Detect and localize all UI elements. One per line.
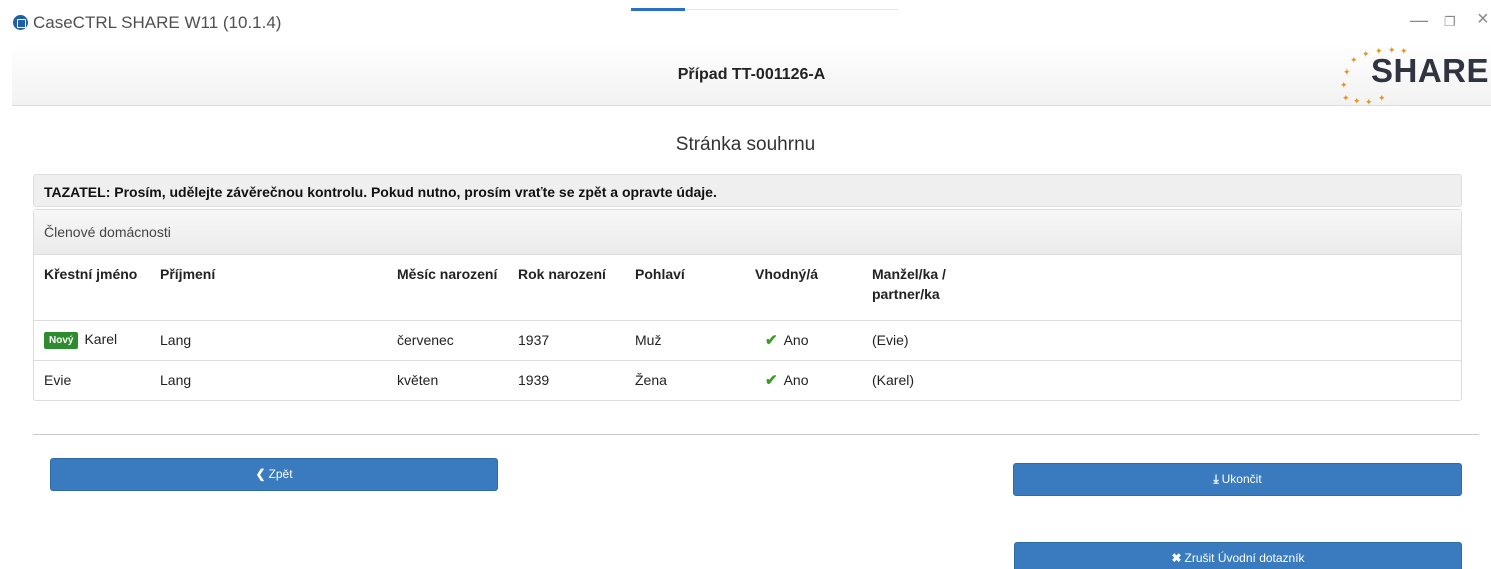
tab-indicator	[631, 8, 898, 11]
cell-eligible: ✔ Ano	[745, 360, 862, 400]
cell-birth-year: 1937	[508, 320, 625, 361]
logo-star-icon: ✦	[1342, 93, 1350, 103]
table-row[interactable]: Evie Lang květen 1939 Žena ✔ Ano (Karel)	[34, 360, 1461, 400]
household-panel: Členové domácnosti Křestní jméno Příjmen…	[33, 209, 1462, 401]
cell-last-name: Lang	[150, 320, 387, 361]
logo-star-icon: ✦	[1350, 55, 1358, 65]
logo-star-icon: ✦	[1340, 80, 1348, 90]
eligible-value: Ano	[783, 332, 809, 348]
cancel-questionnaire-button[interactable]: ✖ Zrušit Úvodní dotazník	[1014, 542, 1462, 569]
back-button[interactable]: ❮ Zpět	[50, 458, 498, 491]
section-divider	[33, 434, 1479, 435]
cell-birth-month: květen	[397, 372, 439, 389]
checkmark-icon: ✔	[765, 332, 778, 349]
window-title: CaseCTRL SHARE W11 (10.1.4)	[33, 13, 282, 32]
table-row[interactable]: Nový Karel Lang červenec 1937 Muž ✔ Ano (E…	[34, 320, 1461, 361]
column-header-eligible: Vhodný/á	[745, 255, 862, 321]
window-titlebar: CaseCTRL SHARE W11 (10.1.4) — ❐ ×	[0, 0, 1491, 44]
column-header-first-name: Křestní jméno	[34, 255, 150, 321]
app-header: Případ TT-001126-A ✦ ✦ ✦ ✦ ✦ ✦ ✦ ✦ ✦ ✦ ✦…	[12, 44, 1491, 106]
column-header-birth-month: Měsíc narození	[387, 255, 508, 321]
cell-partner: (Karel)	[872, 372, 915, 389]
panel-heading: Členové domácnosti	[34, 210, 1461, 255]
finish-button[interactable]: ⤓ Ukončit	[1013, 463, 1462, 496]
page-title: Stránka souhrnu	[675, 134, 816, 155]
cancel-label: Zrušit Úvodní dotazník	[1184, 551, 1305, 565]
cell-eligible: ✔ Ano	[745, 320, 862, 361]
logo-star-icon: ✦	[1353, 96, 1361, 106]
logo-star-icon: ✦	[1365, 97, 1373, 107]
table-header-row: Křestní jméno Příjmení Měsíc narození Ro…	[34, 255, 1461, 321]
download-icon: ⤓	[1213, 472, 1219, 486]
logo-text: SHARE	[1371, 52, 1490, 89]
cell-sex: Žena	[635, 372, 667, 389]
share-logo: ✦ ✦ ✦ ✦ ✦ ✦ ✦ ✦ ✦ ✦ ✦ SHARE	[1330, 44, 1491, 107]
cell-sex: Muž	[625, 320, 745, 361]
first-name: Karel	[84, 331, 118, 347]
cell-birth-month: červenec	[387, 320, 508, 361]
logo-star-icon: ✦	[1378, 93, 1386, 103]
app-icon	[13, 15, 28, 30]
new-badge: Nový	[44, 332, 79, 349]
cell-last-name: Lang	[160, 372, 192, 389]
cell-first-name: Evie	[44, 372, 72, 389]
partner-header-text: Manžel/ka / partner/ka	[872, 266, 946, 302]
cell-first-name: Nový Karel	[34, 320, 150, 361]
checkmark-icon: ✔	[765, 372, 778, 390]
case-title: Případ TT-001126-A	[677, 66, 826, 83]
logo-star-icon: ✦	[1362, 49, 1370, 59]
back-label: Zpět	[268, 467, 293, 481]
household-table: Křestní jméno Příjmení Měsíc narození Ro…	[34, 255, 1461, 400]
eligible-value: Ano	[783, 372, 809, 389]
cell-birth-year: 1939	[518, 372, 550, 389]
column-header-birth-year: Rok narození	[508, 255, 625, 321]
minimize-button[interactable]: —	[1410, 10, 1428, 30]
column-header-last-name: Příjmení	[150, 255, 387, 321]
chevron-left-icon: ❮	[255, 467, 266, 481]
column-header-sex: Pohlaví	[625, 255, 745, 321]
interviewer-notice: TAZATEL: Prosím, udělejte závěrečnou kon…	[33, 174, 1462, 207]
cell-partner: (Evie)	[862, 320, 1461, 361]
close-window-button[interactable]: ×	[1477, 9, 1489, 29]
column-header-partner: Manžel/ka / partner/ka	[862, 255, 1461, 321]
finish-label: Ukončit	[1221, 472, 1262, 486]
close-icon: ✖	[1171, 551, 1182, 565]
logo-star-icon: ✦	[1343, 67, 1351, 77]
restore-button[interactable]: ❐	[1444, 12, 1456, 32]
